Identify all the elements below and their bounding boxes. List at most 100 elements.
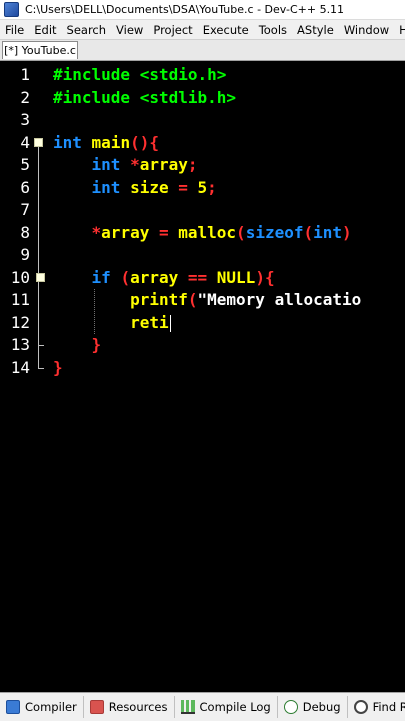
code-line[interactable]: } (53, 357, 63, 380)
line-number: 2 (20, 87, 30, 107)
menu-astyle[interactable]: AStyle (292, 23, 339, 37)
menu-search[interactable]: Search (62, 23, 112, 37)
line-number: 1 (20, 65, 30, 84)
code-token: = (158, 222, 169, 242)
code-token: ){ (255, 267, 275, 287)
fold-toggle-icon[interactable] (36, 273, 45, 283)
code-token: array (130, 267, 188, 287)
panel-tab-resources[interactable]: Resources (86, 696, 175, 718)
code-token: sizeof (245, 222, 304, 242)
code-token: ; (207, 177, 217, 197)
menu-tools[interactable]: Tools (254, 23, 292, 37)
code-token: == (187, 267, 208, 287)
line-number: 4 (20, 132, 30, 152)
text-caret (169, 314, 171, 332)
code-line[interactable]: printf("Memory allocatio (53, 289, 361, 312)
code-token: ( (187, 290, 198, 309)
code-token: reti (53, 312, 169, 332)
line-number: 9 (20, 245, 30, 264)
line-number: 5 (20, 155, 30, 174)
code-token: #include <stdlib.h> (53, 87, 237, 107)
line-number: 14 (10, 357, 30, 377)
code-line[interactable]: #include <stdlib.h> (53, 87, 236, 110)
resources-icon (89, 700, 104, 714)
code-line[interactable]: *array = malloc(sizeof(int) (53, 222, 352, 245)
code-token: int (91, 155, 121, 174)
code-token: ( (303, 222, 314, 242)
panel-tab-label: Compile Log (199, 700, 271, 714)
fold-end-mark (38, 367, 44, 369)
code-token: ( (236, 222, 246, 242)
code-line[interactable]: } (53, 334, 102, 357)
line-number: 11 (10, 290, 30, 309)
code-token: (){ (130, 132, 159, 152)
tab-youtube-c[interactable]: [*] YouTube.c (2, 41, 78, 59)
code-line[interactable]: reti (53, 312, 169, 335)
title-bar: C:\Users\DELL\Documents\DSA\YouTube.c - … (0, 0, 405, 20)
code-token: } (91, 335, 102, 354)
menu-project[interactable]: Project (148, 23, 197, 37)
code-token: if (91, 267, 111, 287)
panel-tab-compiler[interactable]: Compiler (2, 696, 84, 718)
code-line[interactable]: int *array; (53, 154, 198, 177)
code-token: int (91, 177, 121, 197)
code-editor[interactable]: 1 2 3 4 5 6 7 8 9 10 11 12 13 14 #include <stdio.h> #i… (0, 61, 405, 691)
line-number: 12 (10, 312, 30, 332)
menu-edit[interactable]: Edit (29, 23, 61, 37)
menu-file[interactable]: File (0, 23, 29, 37)
line-number: 8 (20, 222, 30, 242)
code-token: * (130, 155, 140, 174)
code-token: ; (187, 155, 198, 174)
line-number: 6 (20, 177, 30, 197)
debug-icon (283, 700, 298, 714)
line-number-gutter: 1 2 3 4 5 6 7 8 9 10 11 12 13 14 (0, 61, 46, 691)
code-line[interactable]: int main(){ (53, 132, 159, 155)
code-token: "Memory allocatio (197, 290, 362, 309)
code-token: array (101, 222, 159, 242)
indent-guide (93, 289, 95, 334)
find-results-icon (353, 700, 368, 714)
code-token: * (91, 222, 102, 242)
menu-view[interactable]: View (111, 23, 148, 37)
code-line[interactable]: #include <stdio.h> (53, 64, 226, 87)
panel-tab-label: Compiler (25, 700, 77, 714)
line-number: 3 (20, 110, 30, 129)
code-token: int (313, 222, 343, 242)
editor-tab-bar: [*] YouTube.c (0, 40, 405, 61)
panel-tab-debug[interactable]: Debug (280, 696, 348, 718)
code-token: malloc (168, 222, 237, 242)
window-title: C:\Users\DELL\Documents\DSA\YouTube.c - … (25, 3, 345, 16)
code-token: } (53, 357, 63, 377)
code-token: ) (342, 222, 352, 242)
code-token: int (53, 132, 82, 152)
fold-toggle-icon[interactable] (34, 138, 43, 148)
panel-tab-find-results[interactable]: Find Results (350, 696, 405, 718)
panel-tab-compile-log[interactable]: Compile Log (177, 696, 278, 718)
line-number: 10 (10, 267, 30, 287)
menu-execute[interactable]: Execute (198, 23, 254, 37)
menu-bar: File Edit Search View Project Execute To… (0, 20, 405, 40)
menu-window[interactable]: Window (339, 23, 394, 37)
code-token: printf (53, 290, 188, 309)
line-number: 7 (20, 200, 30, 219)
panel-tab-label: Resources (108, 700, 168, 714)
code-token: ( (120, 267, 131, 287)
code-token: 5 (197, 177, 208, 197)
code-line[interactable]: int size = 5; (53, 177, 217, 200)
compile-log-icon (180, 700, 195, 714)
fold-guide (38, 147, 39, 368)
bottom-panel-tabs: Compiler Resources Compile Log Debug Fin… (0, 692, 405, 721)
fold-end-mark (38, 345, 44, 347)
menu-help[interactable]: Help (394, 23, 405, 37)
code-token: = (178, 177, 188, 197)
code-line[interactable]: if (array == NULL){ (53, 267, 275, 290)
compiler-icon (6, 700, 20, 714)
code-token: main (81, 132, 131, 152)
panel-tab-label: Debug (302, 700, 341, 714)
